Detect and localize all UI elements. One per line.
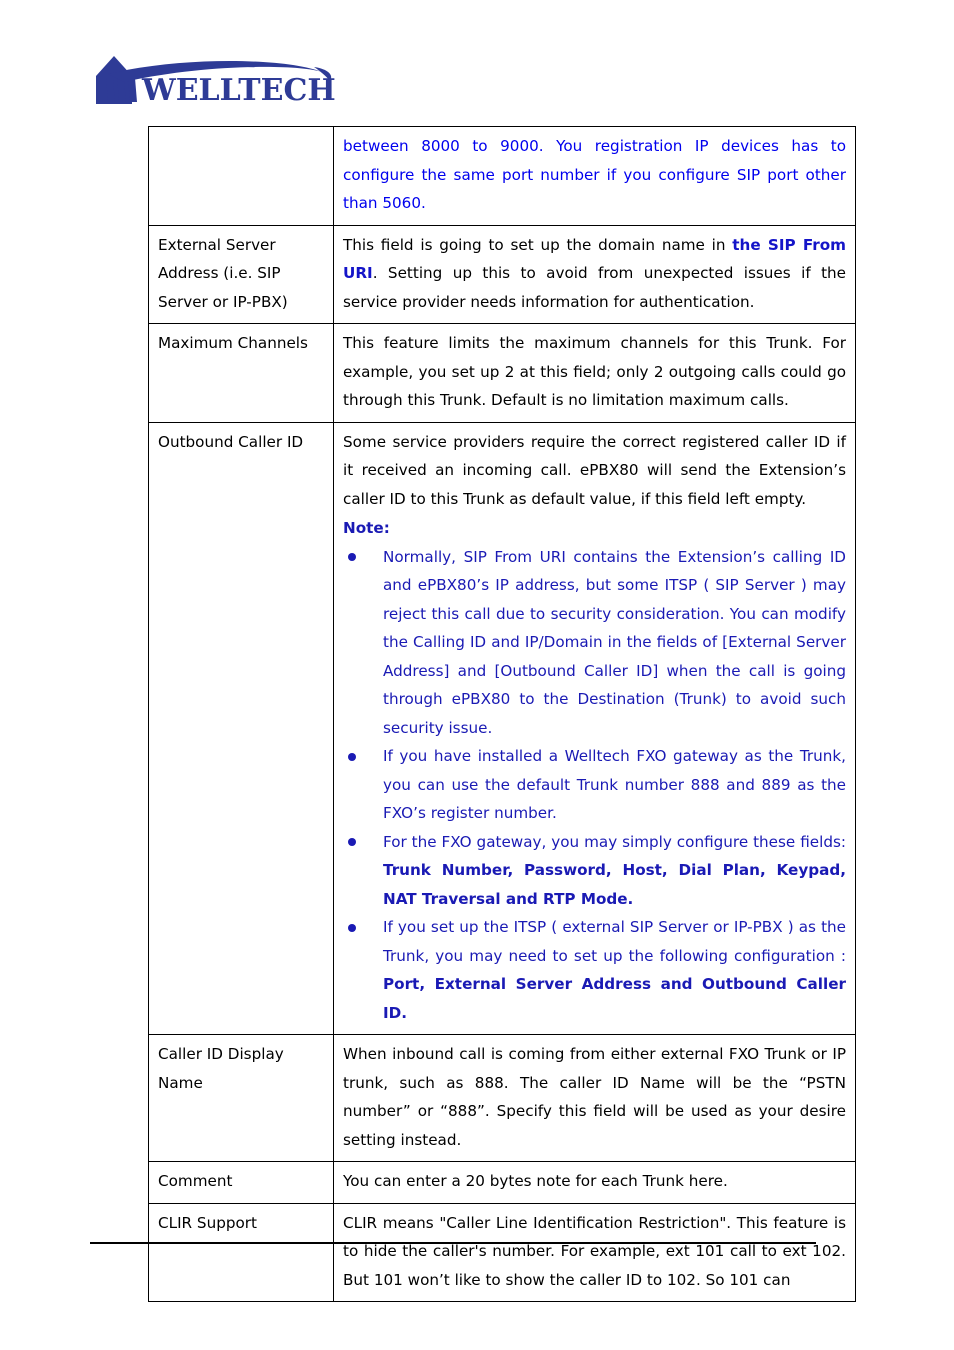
bullet-text: Normally, SIP From URI contains the Exte… [383,547,846,737]
note-heading: Note: [343,519,390,537]
row-label: Comment [158,1172,233,1190]
list-item: If you set up the ITSP ( external SIP Se… [343,913,846,1027]
bullet-text-emphasis: Port, External Server Address and Outbou… [383,975,846,1022]
list-item: If you have installed a Welltech FXO gat… [343,742,846,828]
table-row: External Server Address (i.e. SIP Server… [148,224,856,324]
welltech-logo: WELLTECH [92,52,362,110]
bullet-dot-icon [348,553,356,561]
footer-divider [90,1242,816,1244]
row-description-cell: You can enter a 20 bytes note for each T… [333,1161,856,1204]
row-description-cell: between 8000 to 9000. You registration I… [333,126,856,226]
row-label-cell [148,126,334,226]
row-description-cell: This field is going to set up the domain… [333,224,856,324]
desc-run-plain: Some service providers require the corre… [343,432,846,508]
desc-run-plain: This field is going to set up the domain… [343,235,733,254]
row-label-cell: Comment [148,1161,334,1204]
row-description-cell: This feature limits the maximum channels… [333,323,856,423]
bullet-text-emphasis: Trunk Number, Password, Host, Dial Plan,… [383,861,846,908]
row-label: Maximum Channels [158,334,308,352]
bullet-dot-icon [348,752,356,761]
row-label-cell: External Server Address (i.e. SIP Server… [148,224,334,324]
desc-run-blue: between 8000 to 9000. You registration I… [343,137,846,212]
bullet-text: If you set up the ITSP ( external SIP Se… [383,918,846,965]
bullet-text: For the FXO gateway, you may simply conf… [383,832,846,851]
table-row: between 8000 to 9000. You registration I… [148,126,856,226]
desc-run-plain: CLIR means "Caller Line Identification R… [343,1213,846,1289]
row-label-cell: Maximum Channels [148,323,334,423]
parameter-description-table: between 8000 to 9000. You registration I… [148,126,856,1302]
logo-wordmark: WELLTECH [141,73,336,108]
table-row: Outbound Caller ID Some service provider… [148,421,856,1035]
bullet-text: If you have installed a Welltech FXO gat… [383,747,846,822]
list-item: For the FXO gateway, you may simply conf… [343,828,846,914]
bullet-dot-icon [348,923,356,932]
row-description: between 8000 to 9000. You registration I… [343,132,846,218]
table-row: Caller ID Display Name When inbound call… [148,1034,856,1162]
row-description-cell: CLIR means "Caller Line Identification R… [333,1202,856,1302]
table-row: CLIR Support CLIR means "Caller Line Ide… [148,1202,856,1302]
row-description-cell: When inbound call is coming from either … [333,1034,856,1162]
row-description: This field is going to set up the domain… [343,231,846,317]
desc-run-plain: When inbound call is coming from either … [343,1045,846,1149]
table-row: Comment You can enter a 20 bytes note fo… [148,1161,856,1204]
bullet-dot-icon [348,838,356,846]
welltech-logo-icon: WELLTECH [96,56,336,108]
row-description: This feature limits the maximum channels… [343,329,846,415]
page-header: WELLTECH [92,52,392,114]
row-label-cell: CLIR Support [148,1202,334,1302]
table-row: Maximum Channels This feature limits the… [148,323,856,423]
row-description: When inbound call is coming from either … [343,1040,846,1154]
row-label: Outbound Caller ID [158,432,304,451]
list-item: Normally, SIP From URI contains the Exte… [343,543,846,743]
desc-run-plain: You can enter a 20 bytes note for each T… [343,1172,728,1190]
desc-run-plain: This feature limits the maximum channels… [343,334,846,409]
row-description: Some service providers require the corre… [343,428,846,514]
row-description: You can enter a 20 bytes note for each T… [343,1167,846,1196]
row-label-cell: Caller ID Display Name [148,1034,334,1162]
row-description: CLIR means "Caller Line Identification R… [343,1209,846,1295]
row-label: CLIR Support [158,1213,257,1232]
row-description-cell: Some service providers require the corre… [333,421,856,1035]
row-label-cell: Outbound Caller ID [148,421,334,1035]
row-label: Caller ID Display Name [158,1045,284,1092]
desc-run-plain: . Setting up this to avoid from unexpect… [343,264,846,311]
row-label: External Server Address (i.e. SIP Server… [158,235,288,311]
note-bullet-list: Normally, SIP From URI contains the Exte… [343,543,846,1028]
